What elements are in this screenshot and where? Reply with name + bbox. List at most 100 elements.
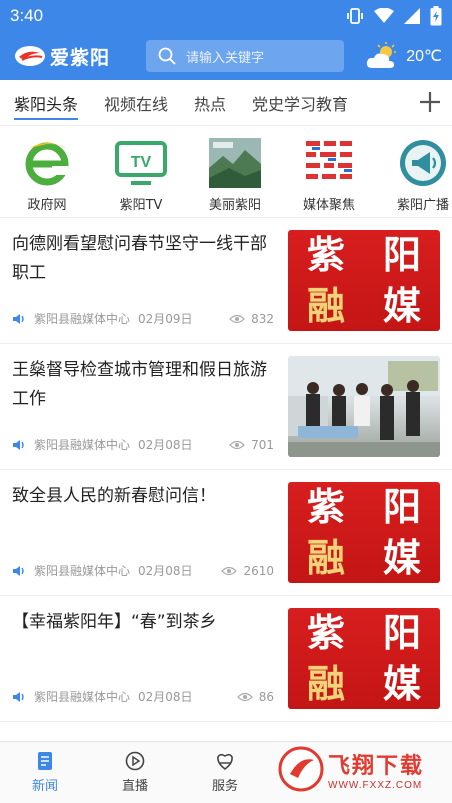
news-source: 紫阳县融媒体中心 [34, 312, 131, 326]
news-view-count: 86 [258, 689, 274, 704]
quick-link-gov[interactable]: 政府网 [0, 138, 94, 213]
signal-icon [404, 8, 420, 24]
thumb-char: 阳 [382, 233, 421, 278]
eye-icon [229, 314, 245, 323]
svg-text:TV: TV [131, 154, 152, 171]
news-views: 2610 [221, 564, 274, 578]
news-title: 王燊督导检查城市管理和假日旅游工作 [12, 360, 267, 409]
tab-headlines[interactable]: 紫阳头条 [14, 80, 79, 126]
quick-link-scenery[interactable]: 美丽紫阳 [188, 138, 282, 213]
thumb-char: 融 [306, 661, 345, 706]
news-meta: 紫阳县融媒体中心 02月08日 86 [12, 688, 274, 705]
quick-link-label: 美丽紫阳 [208, 198, 261, 213]
nav-live[interactable]: 直播 [90, 742, 180, 803]
tab-video[interactable]: 视频在线 [104, 80, 168, 126]
quick-link-label: 紫阳TV [119, 198, 163, 213]
news-date: 02月08日 [138, 690, 193, 704]
news-item[interactable]: 向德刚看望慰问春节坚守一线干部职工 紫阳县融媒体中心 02月09日 832 紫 … [0, 218, 452, 344]
rongmei-logo-image: 紫 阳 融 媒 [288, 482, 440, 583]
quick-link-label: 紫阳广播 [396, 198, 449, 213]
wifi-icon [374, 8, 394, 23]
landscape-photo-icon [209, 138, 261, 188]
play-circle-icon [125, 751, 145, 771]
news-title: 【幸福紫阳年】“春”到茶乡 [12, 612, 217, 632]
news-list: 向德刚看望慰问春节坚守一线干部职工 紫阳县融媒体中心 02月09日 832 紫 … [0, 218, 452, 722]
speaker-icon[interactable] [12, 313, 26, 325]
news-meta: 紫阳县融媒体中心 02月09日 832 [12, 310, 274, 327]
news-thumbnail[interactable]: 紫 阳 融 媒 [288, 230, 440, 331]
search-bar[interactable]: 请输入关键字 [146, 40, 344, 72]
news-view-count: 2610 [243, 563, 274, 578]
news-meta: 紫阳县融媒体中心 02月08日 2610 [12, 562, 274, 579]
thumb-char: 融 [306, 535, 345, 580]
news-source: 紫阳县融媒体中心 [34, 690, 131, 704]
tab-hot[interactable]: 热点 [194, 80, 226, 126]
quick-link-label: 政府网 [27, 198, 67, 213]
thumb-char: 阳 [382, 485, 421, 530]
news-date: 02月08日 [138, 564, 193, 578]
status-icons [346, 6, 442, 26]
thumb-char: 融 [306, 283, 345, 328]
broadcast-megaphone-icon [397, 138, 449, 188]
news-views: 701 [229, 438, 274, 452]
watermark-text-block: 飞翔下载 WWW.FXXZ.COM [328, 748, 424, 791]
search-icon [158, 47, 176, 65]
news-view-count: 832 [251, 311, 274, 326]
eye-icon [236, 692, 253, 701]
news-item[interactable]: 王燊督导检查城市管理和假日旅游工作 紫阳县融媒体中心 02月08日 701 [0, 344, 452, 470]
eye-icon [229, 440, 245, 449]
news-thumbnail[interactable]: 紫 阳 融 媒 [288, 482, 440, 583]
quick-link-tv[interactable]: TV 紫阳TV [94, 138, 188, 213]
app-name: 爱紫阳 [50, 46, 111, 69]
rongmei-logo-image: 紫 阳 融 媒 [288, 608, 440, 709]
watermark-logo-icon [278, 746, 324, 792]
ie-browser-icon [21, 138, 73, 188]
media-logos-icon [303, 138, 355, 188]
add-tab-icon[interactable] [418, 90, 442, 114]
nav-label: 新闻 [31, 779, 58, 794]
nav-label: 服务 [211, 779, 238, 794]
news-views: 832 [229, 312, 274, 326]
nav-news[interactable]: 新闻 [0, 742, 90, 803]
inspection-photo-image [288, 356, 440, 457]
news-thumbnail[interactable]: 紫 阳 融 媒 [288, 608, 440, 709]
quick-links: 政府网 TV 紫阳TV 美丽紫阳 媒体聚焦 紫阳广播 [0, 126, 452, 218]
news-thumbnail[interactable] [288, 356, 440, 457]
thumb-char: 媒 [382, 661, 421, 706]
tv-icon: TV [115, 138, 167, 188]
speaker-icon[interactable] [12, 691, 26, 703]
site-watermark: 飞翔下载 WWW.FXXZ.COM [278, 739, 448, 799]
temperature: 20℃ [406, 48, 442, 65]
news-source: 紫阳县融媒体中心 [34, 438, 131, 452]
news-meta: 紫阳县融媒体中心 02月08日 701 [12, 436, 274, 453]
news-view-count: 701 [251, 437, 274, 452]
partly-cloudy-icon [367, 42, 397, 68]
news-date: 02月08日 [138, 438, 193, 452]
news-item[interactable]: 致全县人民的新春慰问信！ 紫阳县融媒体中心 02月08日 2610 紫 阳 融 … [0, 470, 452, 596]
speaker-icon[interactable] [12, 565, 26, 577]
news-source: 紫阳县融媒体中心 [34, 564, 131, 578]
tab-party-history[interactable]: 党史学习教育 [252, 80, 348, 126]
thumb-char: 媒 [382, 283, 421, 328]
battery-charging-icon [430, 6, 442, 26]
nav-service[interactable]: 服务 [180, 742, 270, 803]
top-bar: 3:40 爱紫阳 请输入关键字 20℃ [0, 0, 452, 80]
thumb-char: 阳 [382, 611, 421, 656]
news-item[interactable]: 【幸福紫阳年】“春”到茶乡 紫阳县融媒体中心 02月08日 86 紫 阳 融 媒 [0, 596, 452, 722]
logo-swoosh-icon [15, 46, 45, 66]
status-time: 3:40 [10, 6, 44, 25]
service-icon [217, 753, 233, 771]
app-logo[interactable]: 爱紫阳 [14, 43, 132, 70]
weather-widget[interactable]: 20℃ [366, 42, 442, 70]
thumb-char: 媒 [382, 535, 421, 580]
thumb-char: 紫 [306, 233, 345, 278]
eye-icon [221, 566, 238, 575]
news-date: 02月09日 [138, 312, 193, 326]
quick-link-media[interactable]: 媒体聚焦 [282, 138, 376, 213]
quick-link-radio[interactable]: 紫阳广播 [376, 138, 452, 213]
thumb-char: 紫 [306, 485, 345, 530]
category-tabs: 紫阳头条 视频在线 热点 党史学习教育 [0, 80, 452, 126]
rongmei-logo-image: 紫 阳 融 媒 [288, 230, 440, 331]
status-bar: 3:40 [0, 0, 452, 32]
speaker-icon[interactable] [12, 439, 26, 451]
